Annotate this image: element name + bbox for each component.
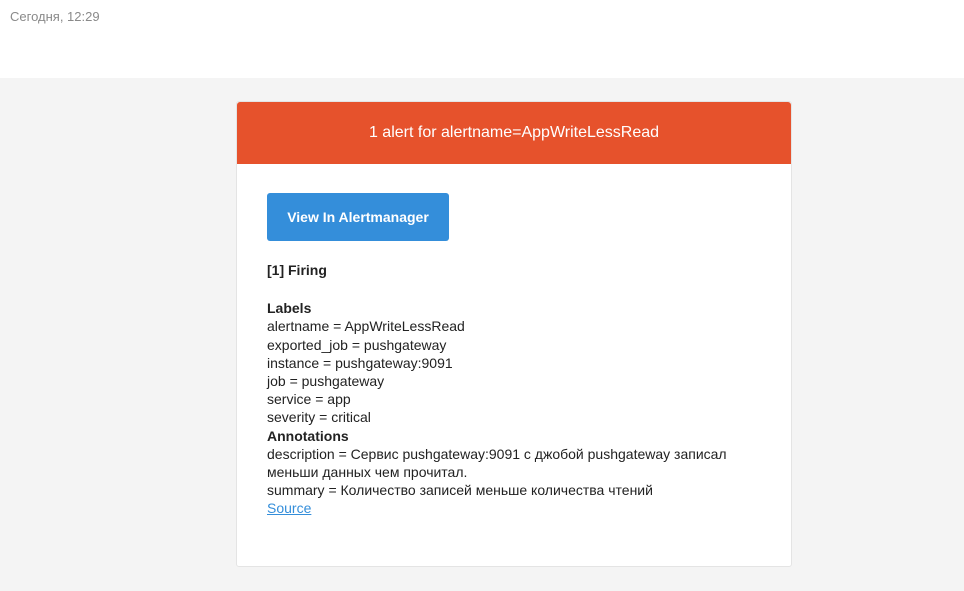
annotation-description: description = Сервис pushgateway:9091 с … [267,445,727,481]
alert-title: 1 alert for alertname=AppWriteLessRead [368,124,660,141]
label-item: job = pushgateway [267,373,385,390]
view-in-alertmanager-button[interactable]: View In Alertmanager [267,193,449,241]
firing-count: [1] Firing [267,262,327,278]
label-item: instance = pushgateway:9091 [267,354,453,371]
alert-header: 1 alert for alertname=AppWriteLessRead [237,102,791,164]
message-timestamp: Сегодня, 12:29 [10,9,100,24]
label-item: service = app [267,391,351,408]
label-item: alertname = AppWriteLessRead [267,318,465,335]
label-item: exported_job = pushgateway [267,336,447,353]
label-item: severity = critical [267,409,371,426]
labels-heading: Labels [267,300,312,317]
annotation-summary: summary = Количество записей меньше коли… [267,482,653,499]
message-meta-bar: Сегодня, 12:29 [0,0,964,78]
alert-details: [1] Firing Labels alertname = AppWriteLe… [267,261,767,518]
annotations-heading: Annotations [267,427,349,444]
alert-card: 1 alert for alertname=AppWriteLessRead V… [236,101,792,567]
source-link[interactable]: Source [267,500,311,516]
